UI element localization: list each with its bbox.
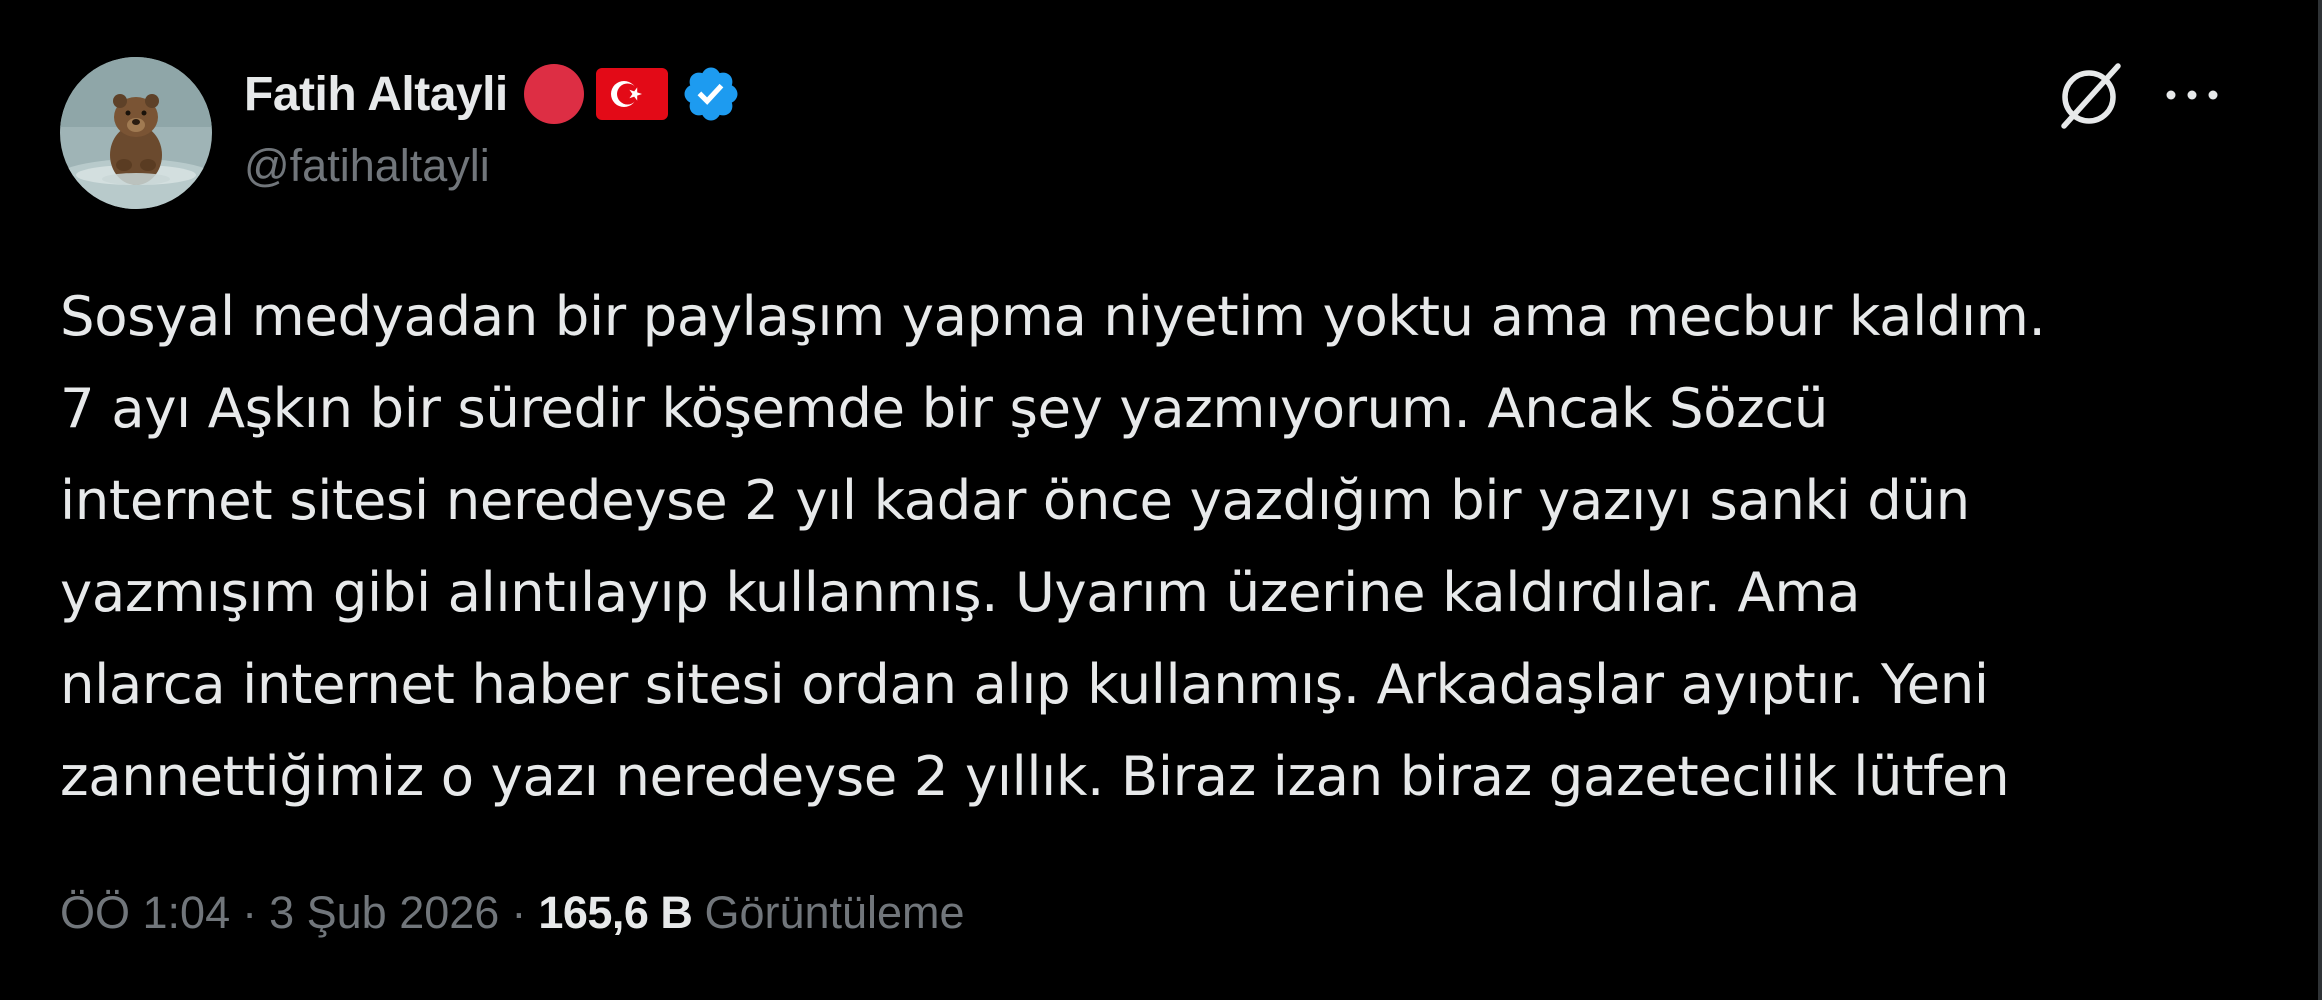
meta-separator: · — [511, 887, 527, 938]
more-options-icon[interactable] — [2163, 80, 2221, 110]
author-display-name[interactable]: Fatih Altayli — [244, 67, 508, 122]
grok-icon[interactable] — [2056, 58, 2126, 132]
avatar[interactable] — [60, 57, 212, 209]
author-name-row: Fatih Altayli — [244, 62, 742, 126]
tweet-date[interactable]: 3 Şub 2026 — [269, 887, 499, 939]
tweet: Fatih Altayli @fatihaltayli Sosyal medya… — [0, 0, 2318, 1000]
timeline-border — [2318, 0, 2322, 1000]
views-label: Görüntüleme — [704, 887, 965, 938]
views-count[interactable]: 165,6 B — [538, 887, 693, 939]
verified-badge-icon[interactable] — [680, 63, 742, 125]
red-circle-emoji-icon — [522, 62, 586, 126]
author-handle[interactable]: @fatihaltayli — [244, 140, 490, 192]
turkey-flag-icon — [595, 68, 668, 120]
bear-avatar-image — [60, 57, 212, 209]
tweet-text: Sosyal medyadan bir paylaşım yapma niyet… — [60, 284, 2046, 808]
meta-separator: · — [242, 887, 258, 938]
tweet-timestamp[interactable]: ÖÖ 1:04 — [60, 887, 230, 939]
tweet-meta: ÖÖ 1:04 · 3 Şub 2026 · 165,6 B Görüntüle… — [60, 880, 965, 946]
